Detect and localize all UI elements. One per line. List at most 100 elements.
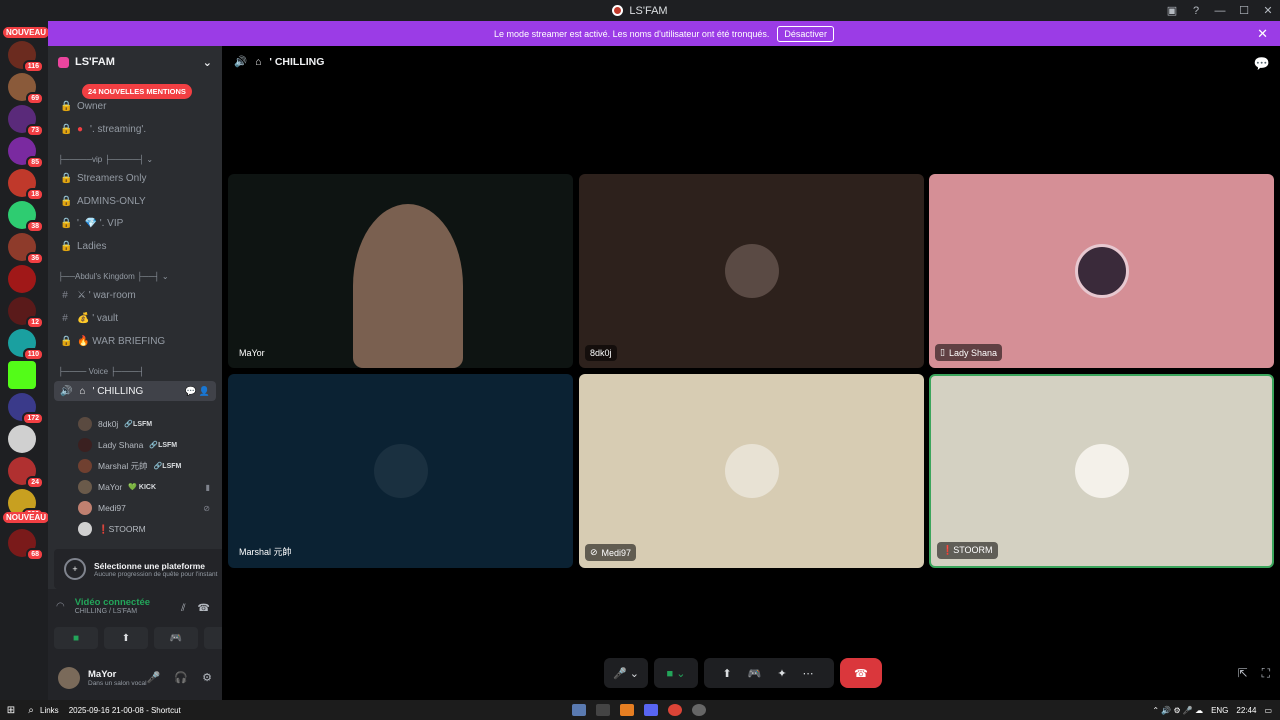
speaker-icon: 🔊 [60,385,73,397]
disable-streamer-mode-button[interactable]: Désactiver [777,25,834,42]
maximize-button[interactable]: ☐ [1232,4,1256,17]
lock-icon: 🔒 [60,172,73,184]
category-vip[interactable]: ├─────vip ├─────┤ ⌄ [58,155,153,164]
voice-user[interactable]: Lady Shana 🔗LSFM [78,436,214,454]
video-tile[interactable]: Marshal 元帥 [228,374,573,568]
window-title: LS'FAM [612,5,668,17]
category-kingdom[interactable]: ├──Abdul's Kingdom ├──┤ ⌄ [58,272,169,281]
category-voice[interactable]: ├──── Voice ├────┤ [58,367,144,376]
kick-server-icon[interactable] [8,361,36,389]
lock-icon: 🔒 [60,240,73,252]
clock[interactable]: 22:44 [1236,706,1256,715]
discord-icon[interactable] [644,704,658,716]
channel-streamers-only[interactable]: 🔒 Streamers Only [54,168,216,188]
channel-chilling[interactable]: 🔊 ⌂ ' CHILLING 💬 👤 [54,381,216,401]
voice-user[interactable]: MaYor 💚 KICK ▮ [78,478,214,496]
server-icon[interactable] [8,425,36,453]
channel-streaming[interactable]: 🔒 ● '. streaming'. [54,119,216,139]
app-icon[interactable] [596,704,610,716]
taskbar-shortcut[interactable]: 2025-09-16 21-00-08 - Shortcut [69,706,181,715]
avatar [1074,444,1129,498]
server-icon[interactable]: 110 [8,329,44,361]
channel-vip[interactable]: 🔒 '. 💎 '. VIP [54,213,216,233]
camera-button[interactable]: ■ [54,627,98,649]
new-mentions-pill[interactable]: 24 NOUVELLES MENTIONS [82,84,192,99]
popout-icon[interactable]: ⇱ [1238,666,1248,681]
noise-suppression-icon[interactable]: ⫽ [181,603,185,614]
server-icon[interactable]: 85 [8,137,44,169]
activity-button[interactable]: 🎮 [154,627,198,649]
mic-muted-icon: ⊘ [203,503,210,513]
mute-button[interactable]: 🎤 ⌄ [604,658,648,688]
voice-user[interactable]: Marshal 元帥 🔗LSFM [78,457,214,475]
search-icon[interactable]: ⌕ [22,705,40,716]
voice-status-subtitle[interactable]: CHILLING / LS'FAM [75,608,150,615]
server-icon[interactable]: 69 [8,73,44,105]
server-icon[interactable]: 116 [8,41,44,73]
language-indicator[interactable]: ENG [1211,706,1228,715]
tray-icons[interactable]: ⌃ 🔊 ⚙ 🎤 ☁ [1152,706,1203,715]
server-icon[interactable] [8,265,36,293]
server-header[interactable]: LS'FAM ⌄ [48,46,222,78]
channel-war-briefing[interactable]: 🔒 🔥 WAR BRIEFING [54,331,216,351]
video-tile[interactable]: ❗STOORM [929,374,1274,568]
video-tile[interactable]: 8dk0j [579,174,924,368]
video-tile[interactable]: MaYor [228,174,573,368]
lock-icon: 🔒 [60,195,73,207]
channel-ladies[interactable]: 🔒 Ladies [54,236,216,256]
tile-label: ❗STOORM [937,542,998,559]
user-name[interactable]: MaYor [88,669,147,680]
gear-icon[interactable]: ⚙ [202,671,212,684]
server-icon[interactable]: 73 [8,105,44,137]
taskbar-links[interactable]: Links [40,706,59,715]
windows-start-icon[interactable]: ⊞ [0,705,22,716]
server-icon[interactable]: 18 [8,169,44,201]
server-icon[interactable]: 68 [8,529,44,561]
microphone-icon[interactable]: 🎤 [147,671,161,684]
video-tile[interactable]: ⊘ Medi97 [579,374,924,568]
webcam-feed [353,204,463,368]
inbox-icon[interactable]: ▣ [1160,4,1184,17]
minimize-button[interactable]: — [1208,5,1232,17]
voice-user[interactable]: Medi97 ⊘ [78,499,214,517]
avatar[interactable] [58,666,80,689]
hash-icon: # [62,312,68,324]
headphones-icon[interactable]: 🎧 [174,671,188,684]
mention-count: 116 [22,60,44,73]
chat-icon[interactable]: 💬 👤 [185,386,210,397]
screen-share-button[interactable]: ⬆ [104,627,148,649]
voice-user[interactable]: ❗STOORM [78,520,214,538]
channel-war-room[interactable]: # ⚔ ' war-room [54,285,216,305]
server-icon[interactable]: 38 [8,201,44,233]
app-icon[interactable] [620,704,634,716]
mic-muted-icon: ⊘ [590,547,598,557]
lock-icon: 🔒 [60,335,73,347]
close-window-button[interactable]: ✕ [1256,4,1280,17]
channel-vault[interactable]: # 💰 ' vault [54,308,216,328]
app-icon[interactable] [572,704,586,716]
signal-icon: ◠ [56,600,65,612]
notifications-icon[interactable]: ▭ [1264,706,1272,715]
channel-admins-only[interactable]: 🔒 ADMINS-ONLY [54,191,216,211]
camera-toggle-button[interactable]: ■ ⌄ [654,658,698,688]
channel-owner[interactable]: 🔒 Owner [54,96,216,116]
obs-icon[interactable] [692,704,706,716]
voice-status-title[interactable]: Vidéo connectée [75,597,150,608]
server-icon[interactable]: 24 [8,457,44,489]
window-titlebar: LS'FAM ▣ ? — ☐ ✕ [0,0,1280,21]
video-tile[interactable]: ▯ Lady Shana [929,174,1274,368]
action-buttons[interactable]: ⬆🎮✦⋯ [704,658,834,688]
call-controls: 🎤 ⌄ ■ ⌄ ⬆🎮✦⋯ ☎ [604,658,882,688]
voice-user[interactable]: 8dk0j 🔗LSFM [78,415,214,433]
server-icon[interactable]: 36 [8,233,44,265]
chrome-icon[interactable] [668,704,682,716]
close-banner-icon[interactable]: ✕ [1257,26,1268,42]
fullscreen-icon[interactable]: ⛶ [1262,666,1270,681]
server-icon[interactable]: 12 [8,297,44,329]
disconnect-icon[interactable]: ☎ [198,603,210,614]
chat-icon[interactable]: 💬 [1254,56,1270,72]
mention-count: 73 [26,124,44,137]
server-icon[interactable]: 172 [8,393,44,425]
hang-up-button[interactable]: ☎ [840,658,882,688]
help-icon[interactable]: ? [1184,5,1208,17]
